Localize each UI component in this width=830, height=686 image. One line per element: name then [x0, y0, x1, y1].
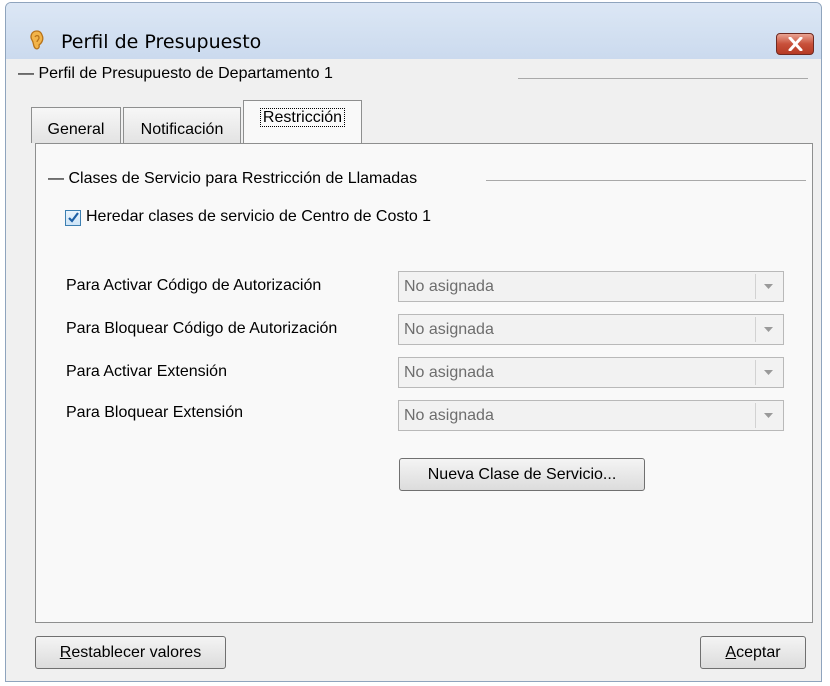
window-title: Perfil de Presupuesto — [61, 31, 262, 53]
profile-group-label: — Perfil de Presupuesto de Departamento … — [18, 65, 333, 82]
chevron-down-icon — [764, 327, 773, 332]
tab-notificacion[interactable]: Notificación — [123, 107, 241, 143]
tab-general-label: General — [47, 121, 105, 138]
tab-restriccion[interactable]: Restricción — [243, 100, 362, 144]
select-value: No asignada — [404, 407, 494, 424]
dialog-window: Perfil de Presupuesto — Perfil de Presup… — [5, 2, 822, 682]
select-value: No asignada — [404, 364, 494, 381]
tab-notificacion-label: Notificación — [140, 121, 224, 138]
restriction-panel: — Clases de Servicio para Restricción de… — [35, 143, 813, 623]
service-class-group-label: — Clases de Servicio para Restricción de… — [48, 170, 418, 187]
tab-restriccion-label: Restricción — [259, 108, 346, 127]
block-auth-code-label: Para Bloquear Código de Autorización — [66, 320, 338, 337]
reset-label: establecer valores — [71, 644, 202, 661]
select-value: No asignada — [404, 321, 494, 338]
activate-auth-code-label: Para Activar Código de Autorización — [66, 277, 322, 294]
block-extension-select[interactable]: No asignada — [398, 400, 784, 431]
inherit-checkbox-label[interactable]: Heredar clases de servicio de Centro de … — [86, 208, 431, 226]
dropdown-button[interactable] — [755, 274, 781, 299]
dropdown-button[interactable] — [755, 317, 781, 342]
divider — [518, 78, 808, 79]
close-button[interactable] — [776, 33, 814, 55]
activate-auth-code-select[interactable]: No asignada — [398, 271, 784, 302]
tab-general[interactable]: General — [31, 107, 121, 143]
chevron-down-icon — [764, 370, 773, 375]
accept-button[interactable]: Aceptar — [700, 636, 806, 669]
title-bar[interactable]: Perfil de Presupuesto — [6, 3, 821, 59]
block-auth-code-select[interactable]: No asignada — [398, 314, 784, 345]
inherit-checkbox[interactable] — [65, 210, 81, 226]
activate-extension-label: Para Activar Extensión — [66, 363, 227, 380]
checkmark-icon — [68, 212, 79, 223]
activate-extension-select[interactable]: No asignada — [398, 357, 784, 388]
chevron-down-icon — [764, 413, 773, 418]
reset-mnemonic: R — [59, 644, 72, 661]
block-extension-label: Para Bloquear Extensión — [66, 404, 243, 421]
new-service-class-button[interactable]: Nueva Clase de Servicio... — [399, 458, 645, 491]
dropdown-button[interactable] — [755, 403, 781, 428]
select-value: No asignada — [404, 278, 494, 295]
accept-mnemonic: A — [725, 644, 737, 661]
service-class-group-title: Clases de Servicio para Restricción de L… — [68, 170, 418, 187]
ear-icon — [30, 30, 44, 50]
dropdown-button[interactable] — [755, 360, 781, 385]
chevron-down-icon — [764, 284, 773, 289]
close-icon — [788, 37, 803, 51]
profile-group-title: Perfil de Presupuesto de Departamento 1 — [38, 65, 333, 82]
accept-label: ceptar — [736, 644, 781, 661]
reset-values-button[interactable]: Restablecer valores — [35, 636, 226, 669]
divider — [486, 180, 806, 181]
